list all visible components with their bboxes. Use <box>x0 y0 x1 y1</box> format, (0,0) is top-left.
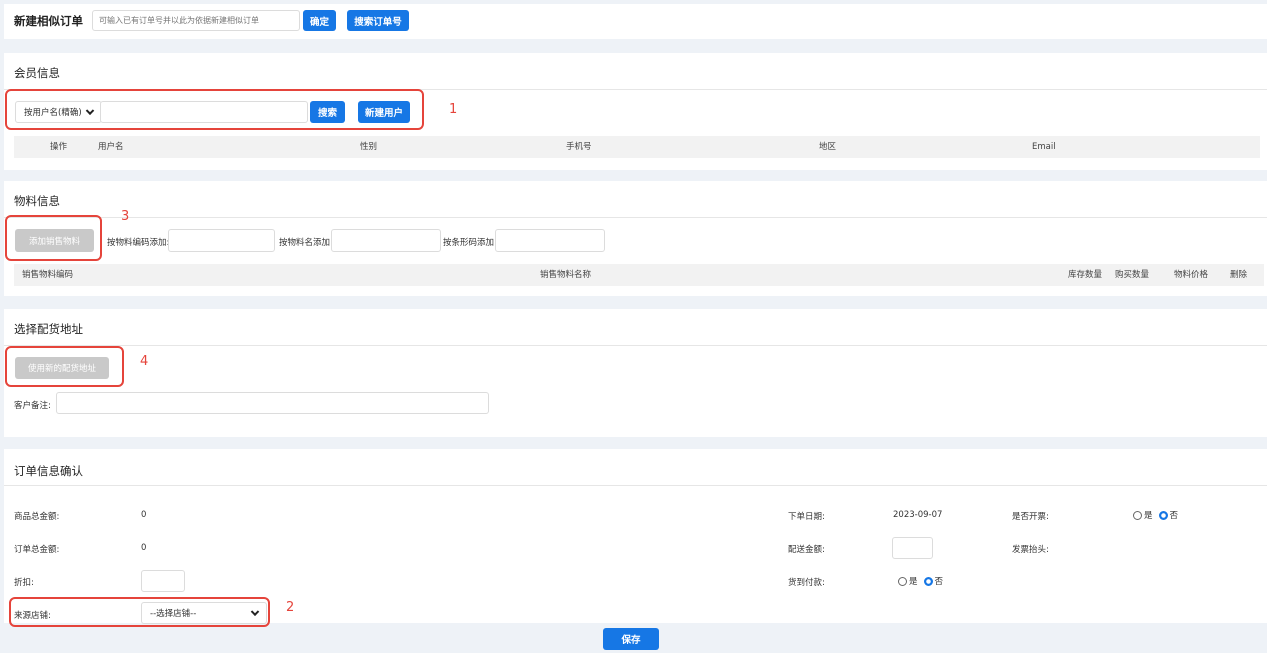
by-barcode-input[interactable] <box>495 229 605 252</box>
annotation-number-1: 1 <box>449 102 458 117</box>
invoice-radio-group: 是 否 <box>1133 509 1178 521</box>
save-button[interactable]: 保存 <box>603 628 659 650</box>
cod-label: 货到付款: <box>788 578 825 588</box>
shipping-label: 配送金额: <box>788 545 825 555</box>
invoice-no-radio[interactable] <box>1158 510 1168 520</box>
annotation-number-3: 3 <box>121 209 130 224</box>
order-title: 订单信息确认 <box>14 464 83 478</box>
discount-input[interactable] <box>141 570 185 592</box>
divider <box>4 345 1267 346</box>
annotation-box-4 <box>5 346 124 387</box>
divider <box>4 485 1267 486</box>
annotation-box-3 <box>5 215 102 261</box>
col-quantity: 购买数量 <box>1115 270 1150 280</box>
by-name-input[interactable] <box>331 229 441 252</box>
shipping-input[interactable] <box>892 537 933 559</box>
similar-order-title: 新建相似订单 <box>14 14 83 28</box>
cod-radio-group: 是 否 <box>898 575 943 587</box>
col-phone: 手机号 <box>566 142 592 152</box>
goods-total-value: 0 <box>141 510 147 520</box>
col-action: 操作 <box>50 142 68 152</box>
by-code-label: 按物料编码添加: <box>107 238 170 248</box>
col-region: 地区 <box>819 142 837 152</box>
col-stock: 库存数量 <box>1068 270 1103 280</box>
annotation-box-1 <box>5 89 424 130</box>
order-total-value: 0 <box>141 543 147 553</box>
member-table-header: 操作 用户名 性别 手机号 地区 Email <box>14 136 1260 158</box>
member-title: 会员信息 <box>14 66 60 80</box>
similar-order-input[interactable] <box>92 10 300 31</box>
invoice-no-label: 否 <box>1169 511 1179 521</box>
remark-input[interactable] <box>56 392 489 414</box>
invoice-yes-radio[interactable] <box>1133 510 1142 520</box>
order-date-value: 2023-09-07 <box>893 510 943 520</box>
cod-no-label: 否 <box>934 577 944 587</box>
cod-yes-radio[interactable] <box>898 576 907 586</box>
col-material-name: 销售物料名称 <box>540 270 592 280</box>
cod-no-radio[interactable] <box>923 576 933 586</box>
material-table-header: 销售物料编码 销售物料名称 库存数量 购买数量 物料价格 删除 <box>14 264 1264 286</box>
remark-label: 客户备注: <box>14 401 51 411</box>
order-total-label: 订单总金额: <box>14 545 60 555</box>
similar-order-panel: 新建相似订单 确定 搜索订单号 <box>4 4 1267 39</box>
by-barcode-label: 按条形码添加: <box>443 238 497 248</box>
material-title: 物料信息 <box>14 194 60 208</box>
confirm-button[interactable]: 确定 <box>303 10 336 31</box>
col-delete: 删除 <box>1230 270 1248 280</box>
invoice-title-label: 发票抬头: <box>1012 545 1049 555</box>
invoice-yes-label: 是 <box>1144 511 1153 521</box>
address-title: 选择配货地址 <box>14 322 83 336</box>
annotation-box-2 <box>9 597 270 627</box>
col-material-code: 销售物料编码 <box>22 270 74 280</box>
by-code-input[interactable] <box>168 229 275 252</box>
goods-total-label: 商品总金额: <box>14 512 60 522</box>
col-username: 用户名 <box>98 142 124 152</box>
col-price: 物料价格 <box>1174 270 1209 280</box>
col-email: Email <box>1032 142 1056 152</box>
by-name-label: 按物料名添加: <box>279 238 333 248</box>
divider <box>4 217 1267 218</box>
annotation-number-2: 2 <box>286 600 295 615</box>
cod-yes-label: 是 <box>909 577 918 587</box>
order-date-label: 下单日期: <box>788 512 825 522</box>
annotation-number-4: 4 <box>140 354 149 369</box>
address-panel: 选择配货地址 使用新的配货地址 客户备注: <box>4 309 1267 437</box>
discount-label: 折扣: <box>14 578 34 588</box>
material-panel: 物料信息 添加销售物料 按物料编码添加: 按物料名添加: 按条形码添加: 销售物… <box>4 181 1267 296</box>
search-order-button[interactable]: 搜索订单号 <box>347 10 409 31</box>
col-gender: 性别 <box>360 142 378 152</box>
invoice-label: 是否开票: <box>1012 512 1049 522</box>
